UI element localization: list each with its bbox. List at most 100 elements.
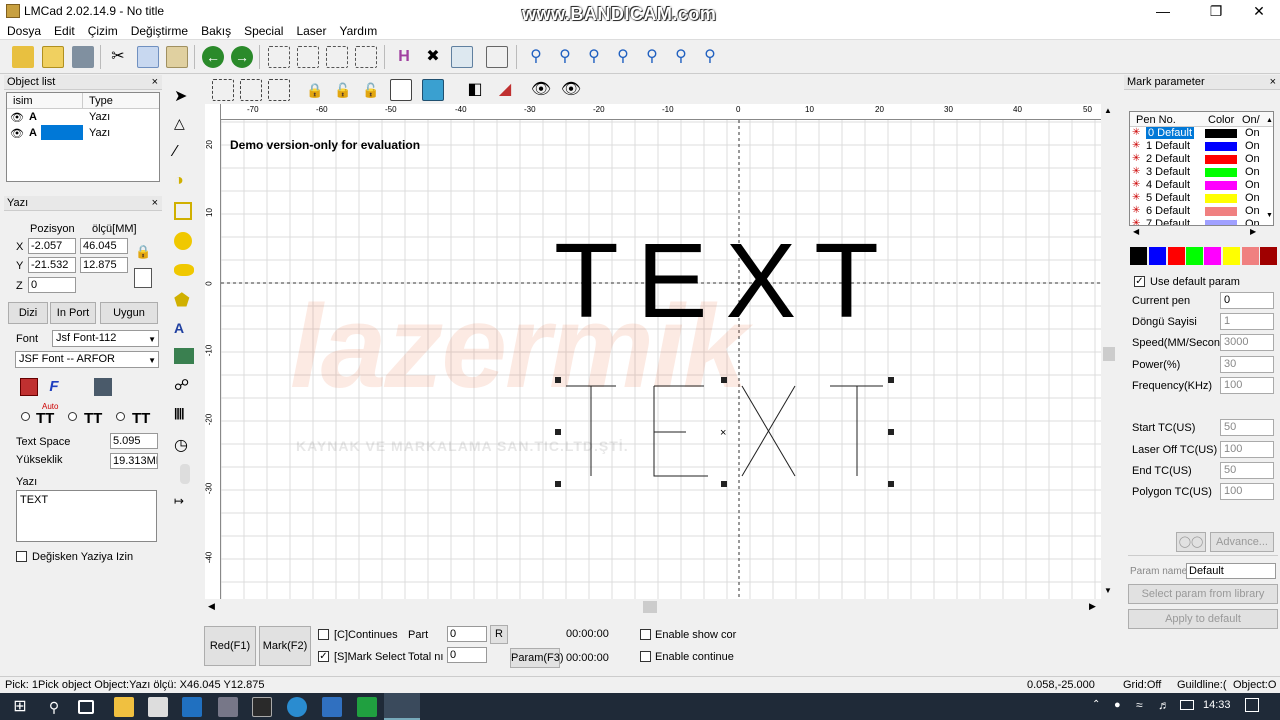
menu-dosya[interactable]: Dosya bbox=[0, 22, 47, 38]
array-button[interactable]: Dizi bbox=[8, 302, 48, 324]
unlock-all-icon[interactable]: 🔓 bbox=[360, 79, 382, 101]
group-icon[interactable] bbox=[326, 46, 348, 68]
selected-text-object[interactable]: × bbox=[550, 372, 900, 492]
part-input[interactable]: 0 bbox=[447, 626, 487, 642]
param-input[interactable]: 3000 bbox=[1220, 334, 1274, 351]
pen-on[interactable]: On bbox=[1245, 127, 1260, 139]
italic-icon[interactable]: F bbox=[44, 378, 64, 396]
selection-handle[interactable] bbox=[555, 377, 561, 383]
menu-laser[interactable]: Laser bbox=[289, 22, 332, 38]
pen-row[interactable]: ✳ 4 Default On bbox=[1130, 179, 1273, 192]
mail-icon[interactable] bbox=[182, 697, 202, 717]
pen-row[interactable]: ✳ 2 Default On bbox=[1130, 153, 1273, 166]
palette-swatch[interactable] bbox=[1260, 247, 1277, 265]
lmcad-taskbar-icon[interactable] bbox=[384, 693, 420, 720]
pointer-icon[interactable]: ➤ bbox=[174, 86, 196, 108]
polygon-icon[interactable]: ⬟ bbox=[174, 290, 196, 312]
z-position-input[interactable]: 0 bbox=[28, 277, 76, 293]
align-icon[interactable] bbox=[212, 79, 234, 101]
column-header[interactable]: On/ bbox=[1242, 114, 1260, 126]
close-icon[interactable]: × bbox=[1270, 75, 1276, 90]
delay-icon[interactable]: ↦ bbox=[174, 494, 196, 516]
cut-icon[interactable]: ✂ bbox=[107, 46, 129, 68]
pen-on[interactable]: On bbox=[1245, 153, 1260, 165]
scroll-down-icon[interactable]: ▼ bbox=[1104, 586, 1112, 595]
pen-color-swatch[interactable] bbox=[1205, 194, 1237, 203]
palette-swatch[interactable] bbox=[1186, 247, 1203, 265]
notification-icon[interactable] bbox=[1245, 698, 1259, 712]
save-font-icon[interactable] bbox=[94, 378, 112, 396]
font-type-select[interactable]: Jsf Font-112 bbox=[52, 330, 159, 347]
horizontal-scrollbar[interactable]: ◀ ▶ bbox=[205, 599, 1101, 615]
rectangle-icon[interactable] bbox=[174, 202, 192, 220]
keyboard-icon[interactable] bbox=[1180, 700, 1194, 710]
enable-continue-checkbox[interactable] bbox=[640, 651, 651, 662]
selection-handle[interactable] bbox=[721, 377, 727, 383]
grid-status[interactable]: Grid:Off bbox=[1123, 679, 1161, 691]
copy-icon[interactable] bbox=[137, 46, 159, 68]
scroll-right-icon[interactable]: ▶ bbox=[1089, 601, 1096, 612]
param-button[interactable]: Param(F3) bbox=[510, 648, 564, 668]
mirror-vertical-icon[interactable]: ◢ bbox=[494, 79, 516, 101]
port-signal-icon[interactable] bbox=[180, 464, 190, 484]
scroll-down-icon[interactable]: ▼ bbox=[1266, 212, 1273, 219]
enable-show-checkbox[interactable] bbox=[640, 629, 651, 640]
pen-on[interactable]: On bbox=[1245, 192, 1260, 204]
align-left-radio[interactable] bbox=[21, 412, 30, 421]
selection-handle[interactable] bbox=[555, 481, 561, 487]
font-settings-icon[interactable] bbox=[20, 378, 38, 396]
apply-default-button[interactable]: Apply to default bbox=[1128, 609, 1278, 629]
pen-on[interactable]: On bbox=[1245, 140, 1260, 152]
mark-button[interactable]: Mark(F2) bbox=[259, 626, 311, 666]
continues-checkbox[interactable] bbox=[318, 629, 329, 640]
paste-icon[interactable] bbox=[166, 46, 188, 68]
pen-color-swatch[interactable] bbox=[1205, 207, 1237, 216]
column-header[interactable]: Type bbox=[89, 95, 113, 107]
reset-part-button[interactable]: R bbox=[490, 625, 508, 644]
layout-icon[interactable] bbox=[486, 46, 508, 68]
open-folder-icon[interactable] bbox=[42, 46, 64, 68]
save-icon[interactable] bbox=[72, 46, 94, 68]
param-input[interactable]: 50 bbox=[1220, 419, 1274, 436]
param-input[interactable]: 50 bbox=[1220, 462, 1274, 479]
selection-handle[interactable] bbox=[888, 429, 894, 435]
zoom-in-icon[interactable]: ⚲ bbox=[583, 46, 605, 68]
text-space-input[interactable]: 5.095 bbox=[110, 433, 158, 449]
param-input[interactable]: 100 bbox=[1220, 441, 1274, 458]
table-row[interactable]: 👁 A Yazı bbox=[7, 125, 159, 141]
store-icon[interactable] bbox=[148, 697, 168, 717]
palette-swatch[interactable] bbox=[1168, 247, 1185, 265]
pen-color-swatch[interactable] bbox=[1205, 129, 1237, 138]
selection-handle[interactable] bbox=[888, 481, 894, 487]
advance-button[interactable]: Advance... bbox=[1210, 532, 1274, 552]
task-view-icon[interactable] bbox=[78, 700, 94, 714]
hatch-icon[interactable]: H bbox=[393, 46, 415, 68]
windows-start-icon[interactable]: ⊞ bbox=[10, 697, 30, 717]
menu-edit[interactable]: Edit bbox=[47, 22, 81, 38]
zoom-page-icon[interactable]: ⚲ bbox=[699, 46, 721, 68]
palette-swatch[interactable] bbox=[1242, 247, 1259, 265]
vertical-scrollbar[interactable]: ▲ ▼ bbox=[1101, 104, 1117, 599]
edge-browser-icon[interactable] bbox=[287, 697, 307, 717]
ungroup-icon[interactable] bbox=[355, 46, 377, 68]
vector-file-icon[interactable]: ☍ bbox=[174, 376, 196, 398]
search-icon[interactable]: ⚲ bbox=[44, 697, 64, 717]
scroll-thumb[interactable] bbox=[1103, 347, 1115, 361]
new-file-icon[interactable] bbox=[12, 46, 34, 68]
preview-icon[interactable]: 👁 bbox=[530, 79, 552, 101]
palette-swatch[interactable] bbox=[1130, 247, 1147, 265]
apply-button[interactable]: Uygun bbox=[100, 302, 158, 324]
text-input[interactable]: TEXT bbox=[16, 490, 157, 542]
selection-handle[interactable] bbox=[888, 377, 894, 383]
object-status[interactable]: Object:O bbox=[1233, 679, 1276, 691]
align-center-radio[interactable] bbox=[68, 412, 77, 421]
red-light-button[interactable]: Red(F1) bbox=[204, 626, 256, 666]
preview-all-icon[interactable]: 👁 bbox=[560, 79, 582, 101]
circle-icon[interactable] bbox=[174, 232, 192, 250]
ellipse-icon[interactable] bbox=[174, 264, 194, 276]
pen-on[interactable]: On bbox=[1245, 205, 1260, 217]
pen-color-swatch[interactable] bbox=[1205, 155, 1237, 164]
param-input[interactable]: 1 bbox=[1220, 313, 1274, 330]
scroll-left-icon[interactable]: ◀ bbox=[1133, 227, 1139, 236]
column-header[interactable]: Pen No. bbox=[1136, 114, 1176, 126]
